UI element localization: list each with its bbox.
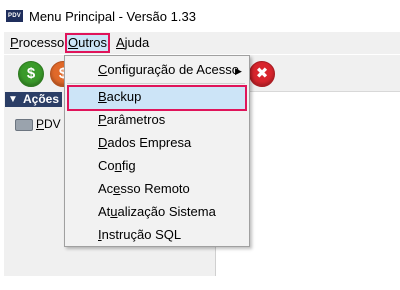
menu-separator <box>67 83 245 84</box>
app-icon: PDV <box>6 10 23 22</box>
menu-item-instrucao-sql[interactable]: Instrução SQL <box>98 227 181 243</box>
close-button[interactable]: ✖ <box>249 61 275 87</box>
pdv-icon <box>15 119 33 131</box>
menu-ajuda-mnemonic: A <box>116 35 125 50</box>
close-icon: ✖ <box>255 65 269 82</box>
menu-outros[interactable]: Outros <box>64 33 111 53</box>
menu-ajuda[interactable]: Ajuda <box>116 35 149 51</box>
menu-item-dados-empresa[interactable]: Dados Empresa <box>98 135 191 151</box>
menu-item-configuracao-acesso[interactable]: Configuração de Acesso <box>98 62 239 78</box>
menu-item-backup[interactable]: Backup <box>98 89 141 105</box>
menu-bar: Processo Outros Ajuda <box>4 32 400 54</box>
actions-header[interactable]: ▼ Ações <box>5 92 62 107</box>
outros-dropdown-menu: Configuração de Acesso ▶ Backup Parâmetr… <box>64 55 250 247</box>
menu-item-parametros[interactable]: Parâmetros <box>98 112 165 128</box>
bottom-strip <box>0 276 400 290</box>
menu-item-acesso-remoto[interactable]: Acesso Remoto <box>98 181 190 197</box>
menu-processo-mnemonic: P <box>10 35 19 50</box>
window-title: Menu Principal - Versão 1.33 <box>29 9 196 24</box>
chevron-down-icon: ▼ <box>8 94 18 105</box>
menu-processo-label: rocesso <box>18 35 65 50</box>
sidebar-item-label: PDV <box>36 117 61 131</box>
submenu-arrow-icon: ▶ <box>235 66 242 76</box>
title-bar: PDV Menu Principal - Versão 1.33 <box>0 0 400 31</box>
actions-header-label: Ações <box>23 92 60 106</box>
menu-processo[interactable]: Processo <box>10 35 64 51</box>
menu-item-highlight <box>67 85 247 111</box>
menu-item-atualizacao-sistema[interactable]: Atualização Sistema <box>98 204 216 220</box>
menu-ajuda-label: juda <box>124 35 150 50</box>
menu-item-config[interactable]: Config <box>98 158 136 174</box>
menu-outros-label: utros <box>78 35 108 50</box>
dollar-icon: $ <box>26 65 36 82</box>
money-button[interactable]: $ <box>18 61 44 87</box>
menu-outros-mnemonic: O <box>68 35 79 50</box>
